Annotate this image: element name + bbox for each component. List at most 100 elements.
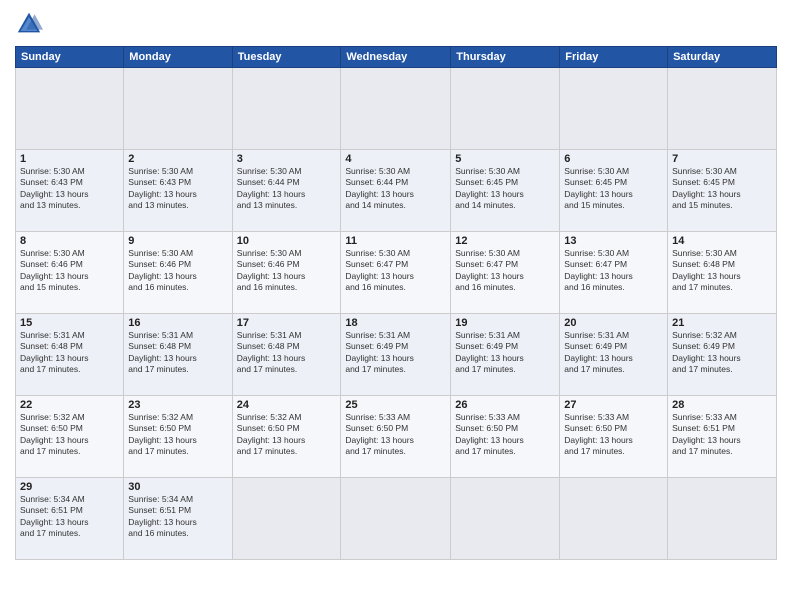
cell-info: Sunrise: 5:33 AM Sunset: 6:50 PM Dayligh… [564, 412, 663, 458]
cell-info: Sunrise: 5:33 AM Sunset: 6:50 PM Dayligh… [455, 412, 555, 458]
day-number: 23 [128, 399, 227, 411]
day-number: 5 [455, 153, 555, 165]
header-day-friday: Friday [560, 47, 668, 68]
header-day-thursday: Thursday [451, 47, 560, 68]
cell-info: Sunrise: 5:30 AM Sunset: 6:44 PM Dayligh… [345, 166, 446, 212]
calendar-cell [451, 68, 560, 150]
cell-info: Sunrise: 5:30 AM Sunset: 6:45 PM Dayligh… [564, 166, 663, 212]
calendar-cell: 6Sunrise: 5:30 AM Sunset: 6:45 PM Daylig… [560, 150, 668, 232]
cell-info: Sunrise: 5:30 AM Sunset: 6:45 PM Dayligh… [672, 166, 772, 212]
calendar-cell: 15Sunrise: 5:31 AM Sunset: 6:48 PM Dayli… [16, 314, 124, 396]
calendar-cell: 14Sunrise: 5:30 AM Sunset: 6:48 PM Dayli… [668, 232, 777, 314]
calendar-cell: 1Sunrise: 5:30 AM Sunset: 6:43 PM Daylig… [16, 150, 124, 232]
calendar-cell: 10Sunrise: 5:30 AM Sunset: 6:46 PM Dayli… [232, 232, 341, 314]
cell-info: Sunrise: 5:31 AM Sunset: 6:49 PM Dayligh… [455, 330, 555, 376]
cell-info: Sunrise: 5:30 AM Sunset: 6:48 PM Dayligh… [672, 248, 772, 294]
day-number: 25 [345, 399, 446, 411]
cell-info: Sunrise: 5:34 AM Sunset: 6:51 PM Dayligh… [20, 494, 119, 540]
cell-info: Sunrise: 5:33 AM Sunset: 6:51 PM Dayligh… [672, 412, 772, 458]
calendar-week-2: 8 Sunrise: 5:30 AM Sunset: 6:46 PM Daylig… [16, 232, 777, 314]
day-number: 9 [128, 235, 227, 247]
cell-info: Sunrise: 5:34 AM Sunset: 6:51 PM Dayligh… [128, 494, 227, 540]
day-number: 1 [20, 153, 119, 165]
cell-info: Sunrise: 5:32 AM Sunset: 6:50 PM Dayligh… [237, 412, 337, 458]
calendar-cell: 19Sunrise: 5:31 AM Sunset: 6:49 PM Dayli… [451, 314, 560, 396]
cell-info: Sunrise: 5:30 AM Sunset: 6:46 PM Dayligh… [237, 248, 337, 294]
calendar-cell: 23Sunrise: 5:32 AM Sunset: 6:50 PM Dayli… [124, 396, 232, 478]
calendar-cell [668, 478, 777, 560]
calendar-cell: 7Sunrise: 5:30 AM Sunset: 6:45 PM Daylig… [668, 150, 777, 232]
calendar-cell [341, 478, 451, 560]
calendar-cell: 29Sunrise: 5:34 AM Sunset: 6:51 PM Dayli… [16, 478, 124, 560]
day-number: 28 [672, 399, 772, 411]
calendar-cell: 16Sunrise: 5:31 AM Sunset: 6:48 PM Dayli… [124, 314, 232, 396]
calendar-cell [341, 68, 451, 150]
day-number: 11 [345, 235, 446, 247]
calendar-cell: 27Sunrise: 5:33 AM Sunset: 6:50 PM Dayli… [560, 396, 668, 478]
day-number: 10 [237, 235, 337, 247]
calendar-week-3: 15Sunrise: 5:31 AM Sunset: 6:48 PM Dayli… [16, 314, 777, 396]
calendar-cell: 5Sunrise: 5:30 AM Sunset: 6:45 PM Daylig… [451, 150, 560, 232]
calendar-cell: 26Sunrise: 5:33 AM Sunset: 6:50 PM Dayli… [451, 396, 560, 478]
calendar-cell: 18Sunrise: 5:31 AM Sunset: 6:49 PM Dayli… [341, 314, 451, 396]
day-number: 26 [455, 399, 555, 411]
day-number: 8 [20, 235, 119, 247]
calendar-cell [560, 478, 668, 560]
cell-info: Sunrise: 5:30 AM Sunset: 6:45 PM Dayligh… [455, 166, 555, 212]
calendar-week-4: 22Sunrise: 5:32 AM Sunset: 6:50 PM Dayli… [16, 396, 777, 478]
calendar-cell: 8Sunrise: 5:30 AM Sunset: 6:46 PM Daylig… [16, 232, 124, 314]
header-day-wednesday: Wednesday [341, 47, 451, 68]
calendar-cell: 21Sunrise: 5:32 AM Sunset: 6:49 PM Dayli… [668, 314, 777, 396]
calendar-cell [560, 68, 668, 150]
cell-info: Sunrise: 5:31 AM Sunset: 6:48 PM Dayligh… [128, 330, 227, 376]
calendar-cell: 3Sunrise: 5:30 AM Sunset: 6:44 PM Daylig… [232, 150, 341, 232]
day-number: 30 [128, 481, 227, 493]
header-day-tuesday: Tuesday [232, 47, 341, 68]
calendar-cell: 24Sunrise: 5:32 AM Sunset: 6:50 PM Dayli… [232, 396, 341, 478]
cell-info: Sunrise: 5:33 AM Sunset: 6:50 PM Dayligh… [345, 412, 446, 458]
cell-info: Sunrise: 5:30 AM Sunset: 6:43 PM Dayligh… [20, 166, 119, 212]
day-number: 14 [672, 235, 772, 247]
day-number: 15 [20, 317, 119, 329]
calendar-cell [668, 68, 777, 150]
calendar-cell: 20Sunrise: 5:31 AM Sunset: 6:49 PM Dayli… [560, 314, 668, 396]
calendar-cell: 11Sunrise: 5:30 AM Sunset: 6:47 PM Dayli… [341, 232, 451, 314]
day-number: 21 [672, 317, 772, 329]
day-number: 4 [345, 153, 446, 165]
cell-info: Sunrise: 5:30 AM Sunset: 6:47 PM Dayligh… [564, 248, 663, 294]
day-number: 7 [672, 153, 772, 165]
calendar-cell: 9Sunrise: 5:30 AM Sunset: 6:46 PM Daylig… [124, 232, 232, 314]
logo-icon [15, 10, 43, 38]
calendar-cell: 30Sunrise: 5:34 AM Sunset: 6:51 PM Dayli… [124, 478, 232, 560]
day-number: 16 [128, 317, 227, 329]
day-number: 18 [345, 317, 446, 329]
calendar-week-0 [16, 68, 777, 150]
logo [15, 10, 47, 38]
calendar-cell: 22Sunrise: 5:32 AM Sunset: 6:50 PM Dayli… [16, 396, 124, 478]
cell-info: Sunrise: 5:30 AM Sunset: 6:43 PM Dayligh… [128, 166, 227, 212]
header-day-saturday: Saturday [668, 47, 777, 68]
cell-info: Sunrise: 5:31 AM Sunset: 6:48 PM Dayligh… [237, 330, 337, 376]
calendar-cell: 17Sunrise: 5:31 AM Sunset: 6:48 PM Dayli… [232, 314, 341, 396]
day-number: 2 [128, 153, 227, 165]
header-day-sunday: Sunday [16, 47, 124, 68]
calendar-cell: 25Sunrise: 5:33 AM Sunset: 6:50 PM Dayli… [341, 396, 451, 478]
day-number: 13 [564, 235, 663, 247]
calendar-cell [451, 478, 560, 560]
cell-info: Sunrise: 5:32 AM Sunset: 6:49 PM Dayligh… [672, 330, 772, 376]
calendar-header-row: SundayMondayTuesdayWednesdayThursdayFrid… [16, 47, 777, 68]
day-number: 3 [237, 153, 337, 165]
calendar-cell: 28Sunrise: 5:33 AM Sunset: 6:51 PM Dayli… [668, 396, 777, 478]
calendar-cell: 13Sunrise: 5:30 AM Sunset: 6:47 PM Dayli… [560, 232, 668, 314]
calendar-week-5: 29Sunrise: 5:34 AM Sunset: 6:51 PM Dayli… [16, 478, 777, 560]
day-number: 17 [237, 317, 337, 329]
cell-info: Sunrise: 5:31 AM Sunset: 6:48 PM Dayligh… [20, 330, 119, 376]
calendar-cell [232, 478, 341, 560]
calendar-cell [232, 68, 341, 150]
cell-info: Sunrise: 5:30 AM Sunset: 6:47 PM Dayligh… [455, 248, 555, 294]
day-number: 20 [564, 317, 663, 329]
cell-info: Sunrise: 5:32 AM Sunset: 6:50 PM Dayligh… [20, 412, 119, 458]
calendar-cell: 2Sunrise: 5:30 AM Sunset: 6:43 PM Daylig… [124, 150, 232, 232]
calendar-cell: 12Sunrise: 5:30 AM Sunset: 6:47 PM Dayli… [451, 232, 560, 314]
page: SundayMondayTuesdayWednesdayThursdayFrid… [0, 0, 792, 612]
